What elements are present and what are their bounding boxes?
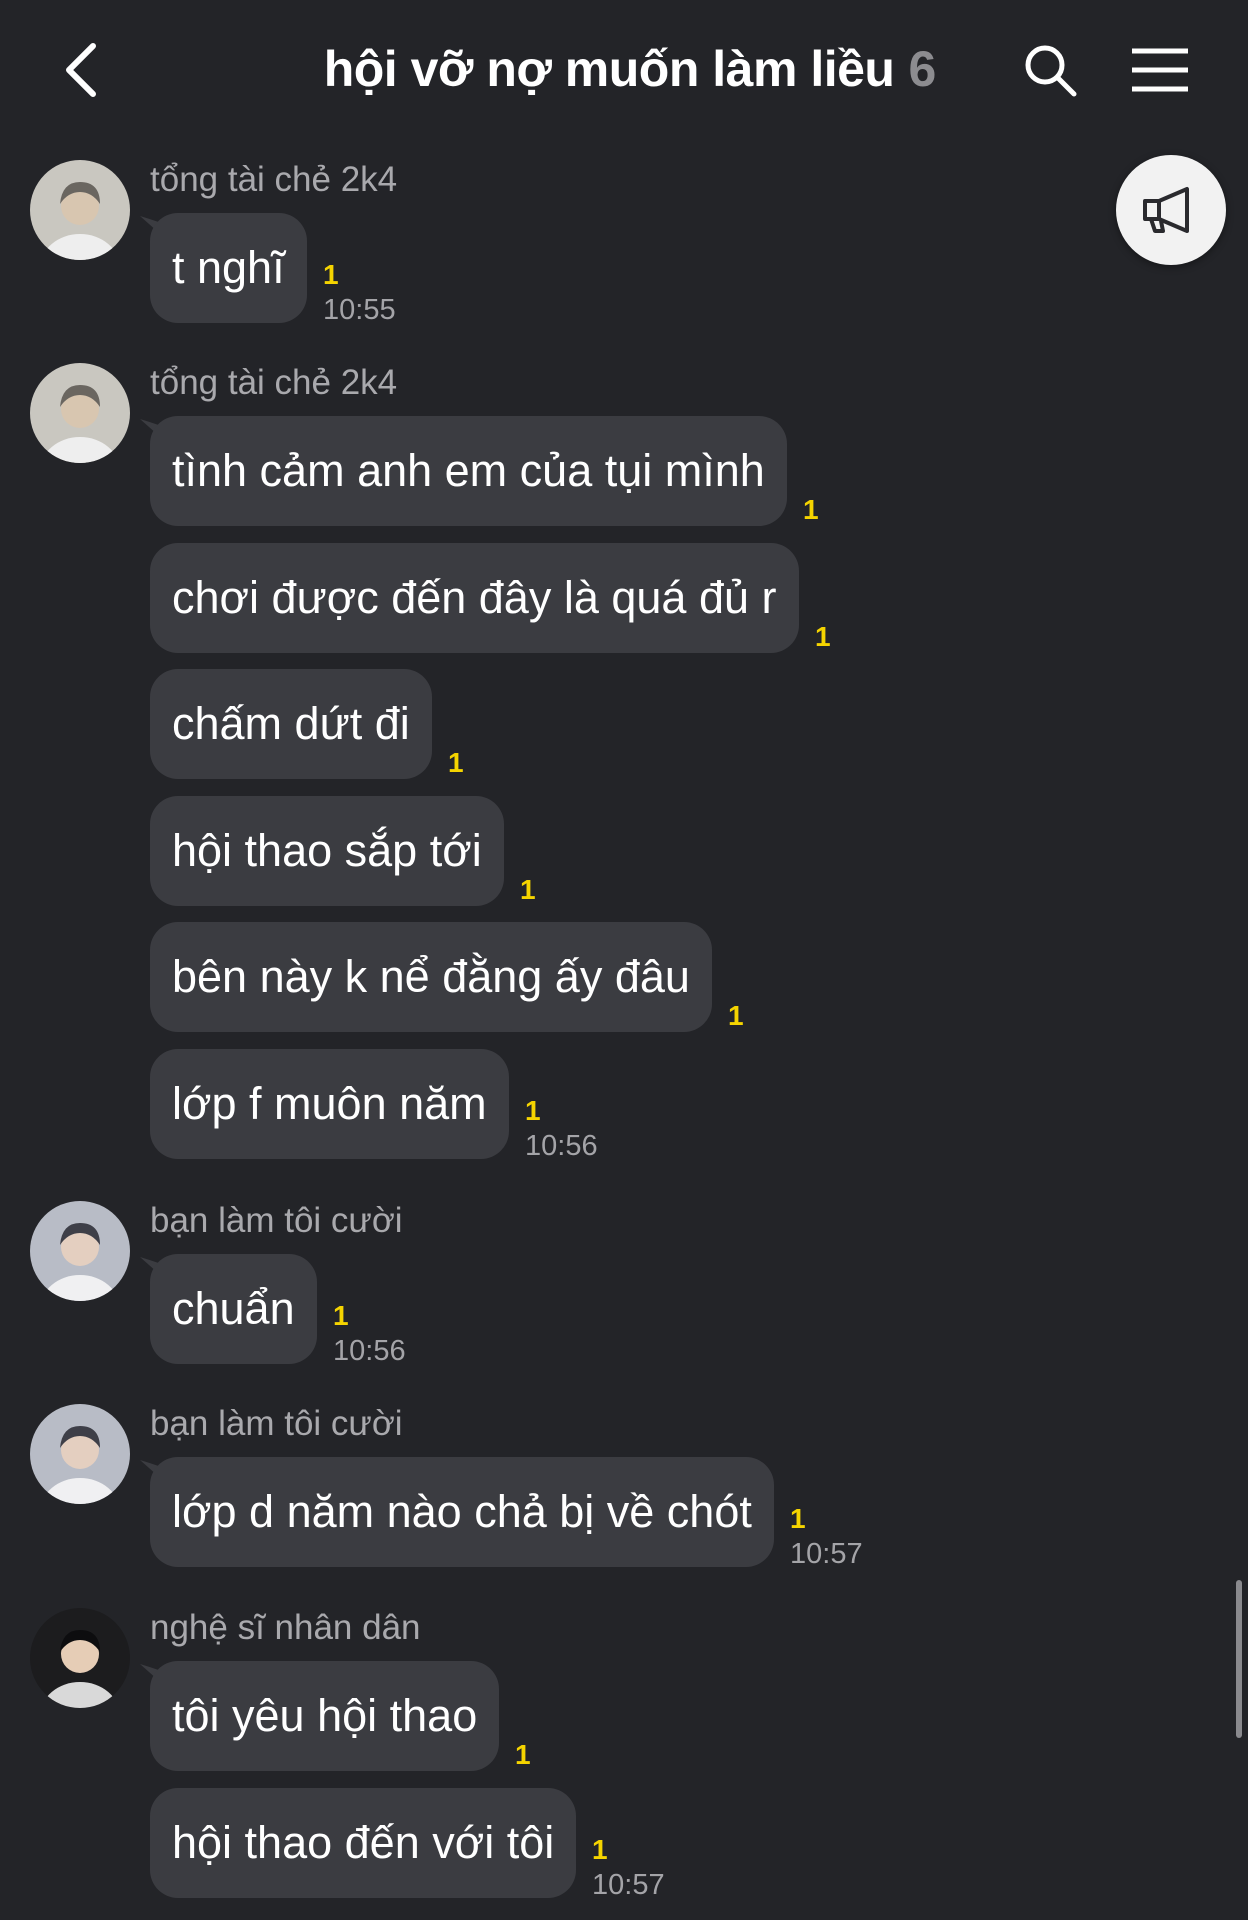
chat-title-bar[interactable]: hội vỡ nợ muốn làm liều 6 [280,34,980,104]
unread-count: 1 [525,1095,541,1126]
unread-count: 1 [323,259,339,290]
unread-count: 1 [520,873,536,905]
chat-header: hội vỡ nợ muốn làm liều 6 [0,0,1248,130]
scrollbar[interactable] [1236,1580,1242,1738]
unread-count: 1 [592,1833,608,1865]
message-bubble[interactable]: chơi được đến đây là quá đủ r [150,542,799,653]
message-bubble[interactable]: hội thao đến với tôi [150,1787,577,1898]
avatar[interactable] [30,363,130,463]
message-bubble[interactable]: bên này k nể đằng ấy đâu [150,922,712,1033]
chevron-left-icon [66,43,96,97]
message-bubble[interactable]: chấm dứt đi [150,669,432,780]
hamburger-menu-icon [1132,48,1188,92]
search-icon [1025,45,1077,97]
message-bubble[interactable]: hội thao sắp tới [150,795,504,906]
unread-count: 1 [333,1300,349,1331]
avatar[interactable] [30,1201,130,1301]
back-button[interactable] [40,30,120,110]
message-bubble[interactable]: chuẩn [150,1254,317,1364]
member-count: 6 [908,41,937,97]
message-bubble[interactable]: lớp f muôn năm [150,1049,509,1159]
message-timestamp: 10:56 [525,1130,598,1162]
message-bubble[interactable]: tôi yêu hội thao [150,1661,500,1771]
chat-title: hội vỡ nợ muốn làm liều [323,41,895,97]
sender-name: nghệ sĩ nhân dân [150,1608,421,1647]
message-timestamp: 10:57 [592,1868,665,1901]
sender-name: bạn làm tôi cười [150,1201,403,1240]
message-bubble[interactable]: tình cảm anh em của tụi mình [150,416,787,526]
announcement-button[interactable] [1116,155,1226,265]
avatar[interactable] [30,1608,130,1708]
unread-count: 1 [790,1503,806,1534]
message-timestamp: 10:55 [323,294,396,326]
menu-button[interactable] [1120,30,1200,110]
message-bubble[interactable]: lớp d năm nào chả bị về chót [150,1457,774,1567]
unread-count: 1 [803,494,819,525]
unread-count: 1 [448,747,464,779]
megaphone-icon [1143,187,1189,233]
avatar[interactable] [30,160,130,260]
sender-name: tổng tài chẻ 2k4 [150,363,398,402]
message-bubble[interactable]: t nghĩ [150,213,307,323]
message-timestamp: 10:57 [790,1538,863,1570]
message-timestamp: 10:56 [333,1335,406,1367]
sender-name: bạn làm tôi cười [150,1404,403,1443]
unread-count: 1 [815,620,831,652]
unread-count: 1 [515,1739,531,1770]
unread-count: 1 [728,1000,744,1032]
sender-name: tổng tài chẻ 2k4 [150,160,398,199]
search-button[interactable] [1010,30,1090,110]
avatar[interactable] [30,1404,130,1504]
